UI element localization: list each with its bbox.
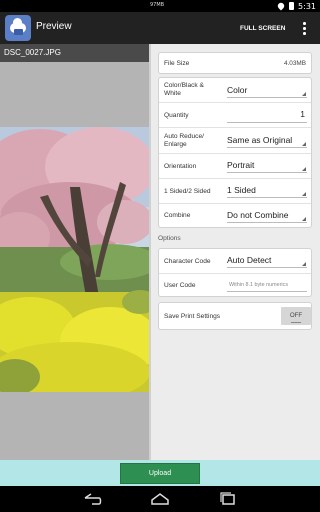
battery-icon bbox=[289, 2, 295, 10]
action-bar: Preview FULL SCREEN bbox=[0, 12, 320, 44]
status-icons: 5:31 bbox=[277, 0, 316, 12]
setting-character-code[interactable]: Character Code Auto Detect bbox=[159, 249, 311, 274]
setting-sided[interactable]: 1 Sided/2 Sided 1 Sided bbox=[159, 179, 311, 204]
dropdown-arrow-icon bbox=[302, 262, 306, 266]
character-code-spinner[interactable]: Auto Detect bbox=[227, 253, 307, 268]
page-title: Preview bbox=[36, 21, 72, 32]
auto-reduce-spinner[interactable]: Same as Original bbox=[227, 133, 307, 148]
color-spinner[interactable]: Color bbox=[227, 83, 307, 98]
upload-button[interactable]: Upload bbox=[120, 463, 200, 484]
save-settings-label: Save Print Settings bbox=[164, 313, 221, 320]
orientation-spinner[interactable]: Portrait bbox=[227, 158, 307, 173]
back-icon[interactable] bbox=[82, 491, 102, 507]
file-name: DSC_0027.JPG bbox=[4, 48, 61, 57]
combine-spinner[interactable]: Do not Combine bbox=[227, 208, 307, 223]
quantity-input[interactable]: 1 bbox=[227, 107, 307, 123]
character-code-label: Character Code bbox=[164, 258, 211, 265]
preview-image[interactable] bbox=[0, 127, 149, 392]
setting-orientation-label: Orientation bbox=[164, 163, 197, 170]
overflow-menu-icon[interactable] bbox=[296, 18, 312, 38]
dropdown-arrow-icon bbox=[302, 217, 306, 221]
file-size-label: File Size bbox=[164, 60, 190, 67]
status-bar: 97MB 5:31 bbox=[0, 0, 320, 12]
options-card: Character Code Auto Detect User Code Wit… bbox=[158, 248, 312, 297]
home-icon[interactable] bbox=[150, 491, 170, 507]
setting-auto-reduce[interactable]: Auto Reduce/Enlarge Same as Original bbox=[159, 128, 311, 154]
dropdown-arrow-icon bbox=[302, 192, 306, 196]
user-code-input[interactable]: Within 8.1 byte numerics bbox=[227, 278, 307, 292]
printer-icon bbox=[14, 29, 23, 35]
print-settings-pane: File Size 4.03MB Color/Black & White Colo… bbox=[151, 44, 320, 460]
filename-bar: DSC_0027.JPG bbox=[0, 44, 149, 62]
sided-spinner[interactable]: 1 Sided bbox=[227, 183, 307, 198]
setting-orientation[interactable]: Orientation Portrait bbox=[159, 154, 311, 179]
setting-color-label: Color/Black & White bbox=[164, 82, 204, 97]
setting-combine[interactable]: Combine Do not Combine bbox=[159, 204, 311, 228]
setting-user-code[interactable]: User Code Within 8.1 byte numerics bbox=[159, 274, 311, 297]
photo-illustration bbox=[0, 127, 149, 392]
navigation-bar bbox=[0, 486, 320, 512]
wifi-icon bbox=[277, 2, 285, 10]
dropdown-arrow-icon bbox=[302, 142, 306, 146]
app-icon[interactable] bbox=[5, 15, 31, 41]
setting-sided-label: 1 Sided/2 Sided bbox=[164, 188, 211, 195]
dropdown-arrow-icon bbox=[302, 92, 306, 96]
setting-auto-reduce-label: Auto Reduce/Enlarge bbox=[164, 133, 204, 148]
file-size-card: File Size 4.03MB bbox=[158, 52, 312, 74]
user-code-label: User Code bbox=[164, 282, 196, 289]
setting-combine-label: Combine bbox=[164, 212, 191, 219]
print-settings-card: Color/Black & White Color Quantity 1 Auto… bbox=[158, 77, 312, 228]
save-settings-toggle[interactable]: OFF bbox=[281, 307, 311, 325]
upload-bar: Upload bbox=[0, 460, 320, 486]
dropdown-arrow-icon bbox=[302, 167, 306, 171]
recent-apps-icon[interactable] bbox=[218, 491, 238, 507]
setting-quantity[interactable]: Quantity 1 bbox=[159, 103, 311, 128]
setting-color[interactable]: Color/Black & White Color bbox=[159, 78, 311, 103]
status-center-text: 97MB bbox=[150, 2, 165, 8]
status-time: 5:31 bbox=[298, 1, 316, 11]
save-settings-card: Save Print Settings OFF bbox=[158, 302, 312, 330]
options-section-label: Options bbox=[158, 235, 181, 242]
setting-quantity-label: Quantity bbox=[164, 112, 189, 119]
file-size-value: 4.03MB bbox=[283, 60, 306, 67]
full-screen-button[interactable]: FULL SCREEN bbox=[236, 18, 289, 38]
preview-pane: DSC_0027.JPG bbox=[0, 44, 149, 460]
